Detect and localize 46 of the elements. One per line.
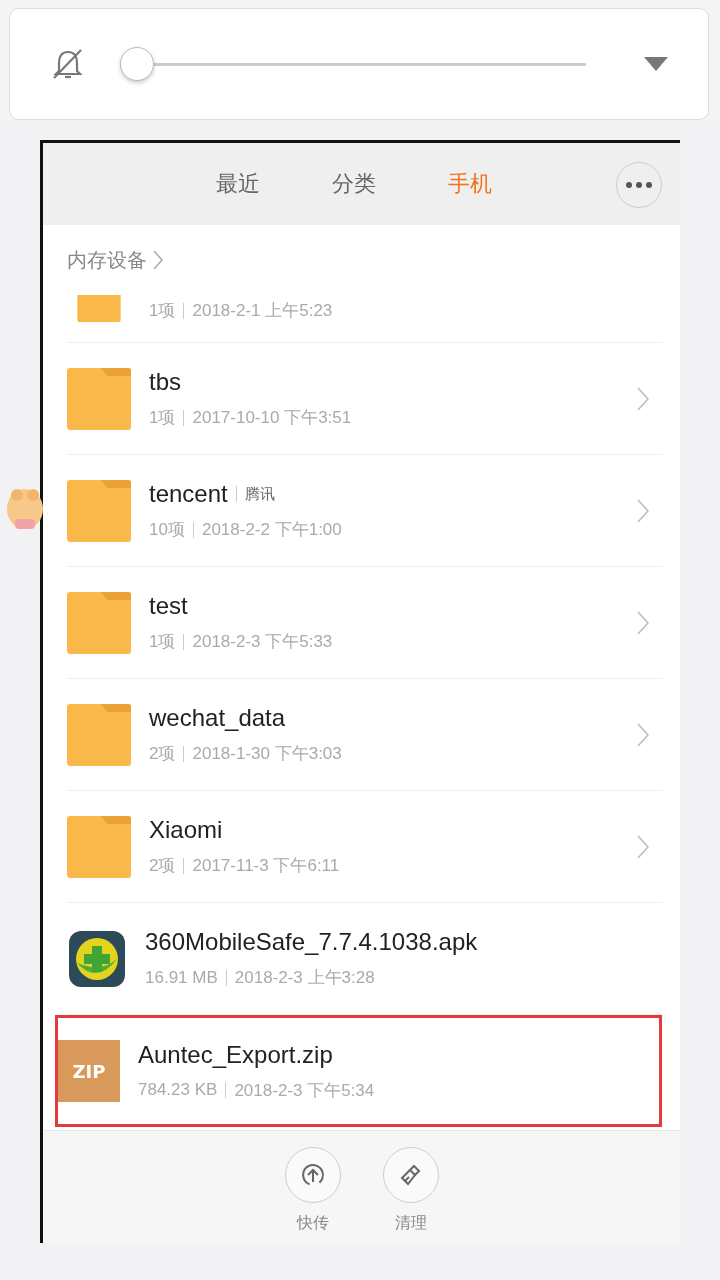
chevron-right-icon — [637, 722, 649, 747]
chevron-right-icon — [637, 498, 649, 523]
item-count: 1项 — [149, 631, 176, 653]
file-name: test — [149, 592, 188, 620]
folder-icon — [67, 479, 131, 542]
file-name: Auntec_Export.zip — [138, 1040, 333, 1069]
modified-date: 2018-2-3 下午5:34 — [234, 1079, 375, 1102]
file-name: Xiaomi — [149, 816, 223, 844]
file-name: tbs — [149, 368, 181, 396]
folder-tag: 腾讯 — [244, 484, 275, 504]
dropdown-caret-icon[interactable] — [644, 57, 668, 71]
item-count: 1项 — [149, 300, 176, 322]
modified-date: 2018-2-1 上午5:23 — [192, 300, 333, 322]
folder-icon — [67, 815, 131, 878]
item-count: 784.23 KB — [138, 1080, 218, 1100]
folder-icon — [67, 591, 131, 654]
chevron-right-icon — [637, 610, 649, 635]
folder-icon — [67, 703, 131, 766]
tab[interactable]: 最近 — [216, 169, 260, 199]
action-label: 清理 — [394, 1213, 427, 1234]
tab[interactable]: 分类 — [332, 169, 376, 199]
breadcrumb-link[interactable]: 内存设备 — [67, 246, 147, 274]
modified-date: 2018-2-3 上午3:28 — [234, 967, 375, 989]
chevron-right-icon — [637, 834, 649, 859]
file-name: 360MobileSafe_7.7.4.1038.apk — [145, 928, 478, 956]
more-icon — [626, 182, 652, 188]
modified-date: 2017-11-3 下午6:11 — [192, 855, 340, 877]
modified-date: 2018-1-30 下午3:03 — [192, 743, 342, 765]
folder-icon — [67, 367, 131, 430]
file-name: tencent — [149, 480, 228, 508]
item-count: 1项 — [149, 407, 176, 429]
modified-date: 2018-2-2 下午1:00 — [201, 519, 342, 541]
chevron-right-icon — [153, 250, 163, 270]
item-count: 2项 — [149, 743, 176, 765]
tab[interactable]: 手机 — [448, 169, 492, 199]
volume-slider[interactable] — [120, 47, 586, 81]
chevron-right-icon — [637, 386, 649, 411]
modified-date: 2018-2-3 下午5:33 — [192, 631, 333, 653]
action-label: 快传 — [296, 1213, 329, 1234]
zip-file-icon: ZIP — [58, 1040, 120, 1102]
app-icon — [67, 928, 127, 989]
item-count: 10项 — [149, 519, 185, 541]
file-name: wechat_data — [149, 704, 286, 732]
item-count: 16.91 MB — [145, 967, 218, 988]
modified-date: 2017-10-10 下午3:51 — [192, 407, 352, 429]
item-count: 2项 — [149, 855, 176, 877]
